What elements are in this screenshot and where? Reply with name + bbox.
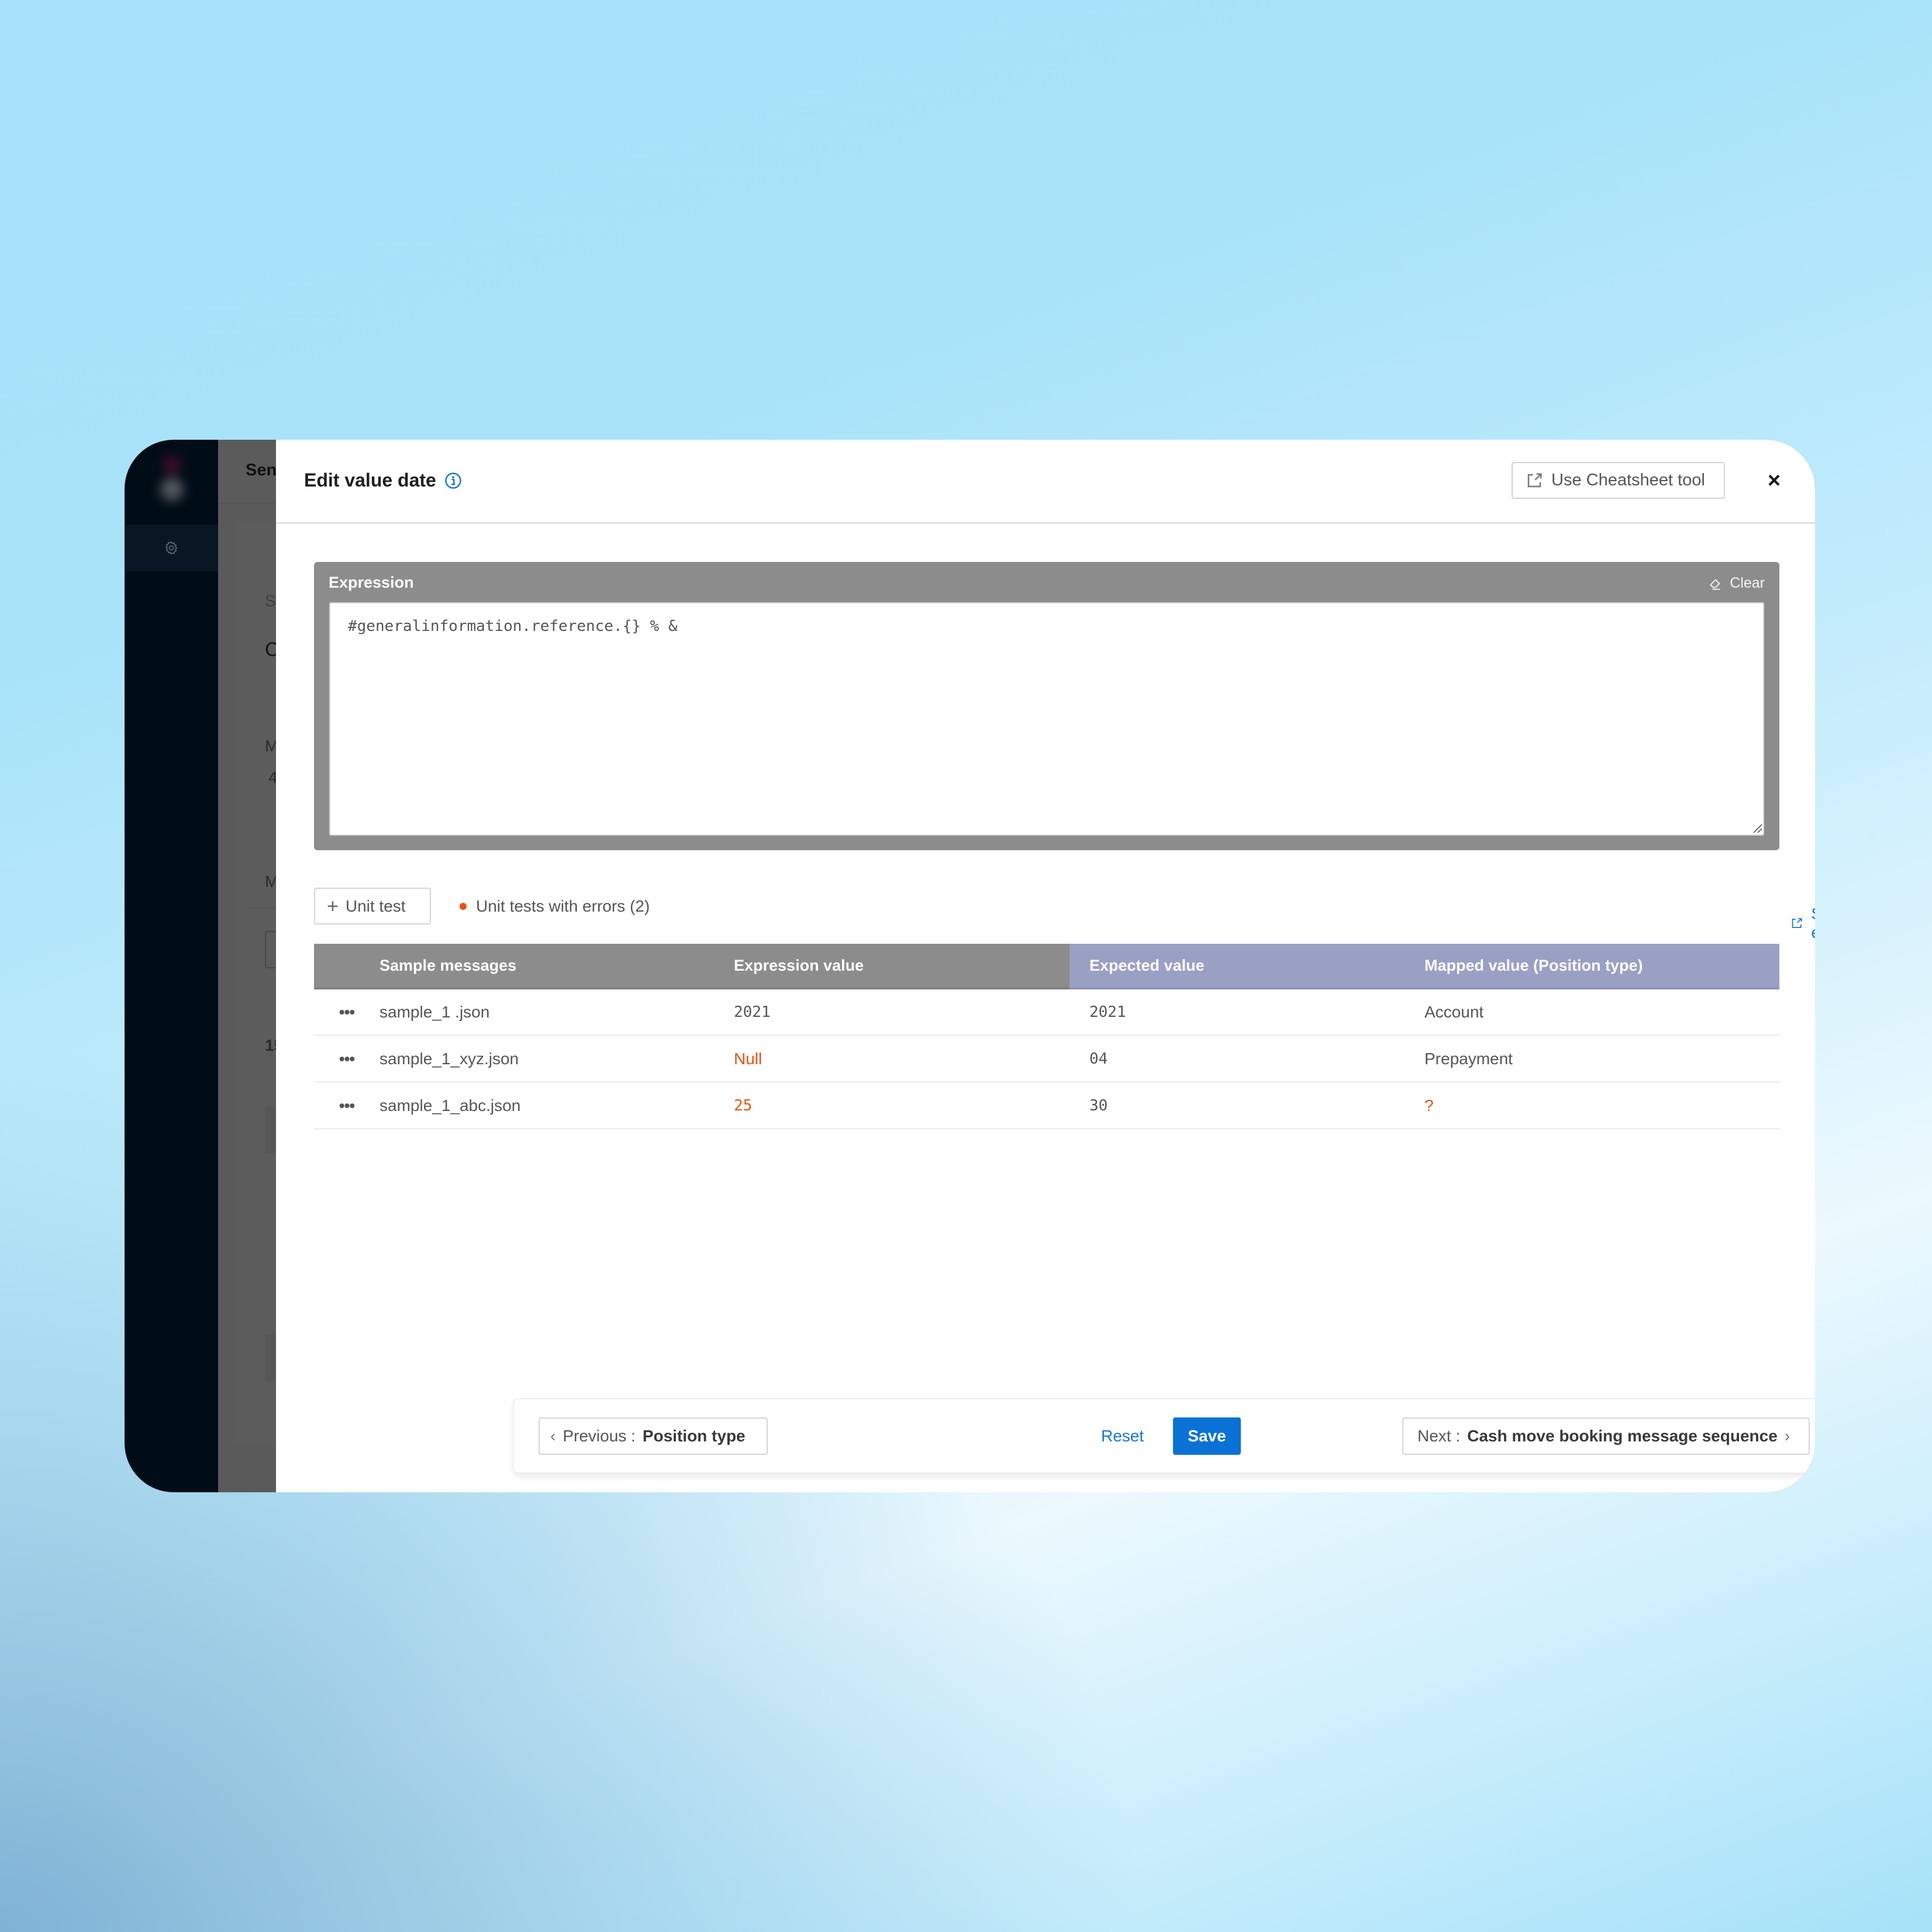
- info-icon[interactable]: [444, 472, 462, 489]
- row-menu-icon[interactable]: •••: [314, 1036, 380, 1081]
- modal-title: Edit value date: [304, 470, 462, 491]
- next-prefix: Next :: [1417, 1427, 1461, 1445]
- errors-status-label: Unit tests with errors (2): [476, 897, 650, 915]
- background-page-title: Sen: [246, 461, 277, 479]
- see-enums-link[interactable]: See enums: [1790, 905, 1815, 942]
- gear-icon: [165, 541, 178, 555]
- app-logo: [155, 451, 188, 516]
- app-sidebar: [125, 440, 218, 1492]
- external-link-icon: [1527, 473, 1542, 487]
- table-row: ••• sample_1_xyz.json Null 04 Prepayment: [314, 1036, 1779, 1083]
- next-target: Cash move booking message sequence: [1467, 1427, 1778, 1445]
- ghost-text: S: [265, 592, 276, 610]
- eraser-icon: [1710, 578, 1721, 590]
- sample-message-cell: sample_1_xyz.json: [380, 1049, 519, 1068]
- expression-value-cell: 2021: [734, 1003, 771, 1021]
- previous-target: Position type: [642, 1427, 746, 1445]
- table-row: ••• sample_1 .json 2021 2021 Account: [314, 989, 1779, 1036]
- expression-label: Expression: [329, 574, 414, 591]
- clear-button[interactable]: Clear: [1709, 575, 1765, 592]
- expression-value-cell: Null: [734, 1049, 763, 1068]
- row-menu-icon[interactable]: •••: [314, 989, 380, 1034]
- next-button[interactable]: Next : Cash move booking message sequenc…: [1402, 1417, 1810, 1455]
- chevron-left-icon: ‹: [550, 1427, 556, 1445]
- see-enums-label: See enums: [1811, 905, 1815, 942]
- cheatsheet-label: Use Cheatsheet tool: [1551, 471, 1705, 489]
- row-menu-icon[interactable]: •••: [314, 1083, 380, 1128]
- previous-prefix: Previous :: [563, 1427, 636, 1445]
- previous-button[interactable]: ‹ Previous : Position type: [539, 1417, 768, 1455]
- mapped-value-cell: Account: [1424, 1002, 1484, 1021]
- plus-icon: +: [327, 895, 339, 917]
- table-row: ••• sample_1_abc.json 25 30?: [314, 1083, 1779, 1130]
- use-cheatsheet-tool-button[interactable]: Use Cheatsheet tool: [1512, 462, 1725, 499]
- sidebar-item-settings[interactable]: [125, 525, 218, 571]
- app-window: Sen S C M 4 M 15 Edit value date Use Che…: [125, 440, 1815, 1492]
- reset-button[interactable]: Reset: [1101, 1417, 1144, 1455]
- column-header-expression-value: Expression value: [734, 957, 864, 974]
- modal-header: Edit value date Use Cheatsheet tool ×: [276, 440, 1815, 524]
- column-header-mapped-value: Mapped value (Position type): [1424, 957, 1643, 974]
- table-body: ••• sample_1 .json 2021 2021 Account ••• sampl…: [314, 989, 1779, 1130]
- close-icon: ×: [1767, 468, 1781, 493]
- unit-tests-error-status: Unit tests with errors (2): [460, 897, 650, 916]
- clear-label: Clear: [1730, 575, 1765, 591]
- save-button[interactable]: Save: [1173, 1417, 1241, 1455]
- table-header: Sample messages Expression value Expecte…: [314, 944, 1779, 989]
- expected-value-cell[interactable]: 04: [1070, 1036, 1424, 1081]
- error-dot-icon: [460, 903, 467, 910]
- expression-input[interactable]: [329, 602, 1764, 836]
- mapped-value-cell: ?: [1424, 1096, 1434, 1115]
- chevron-right-icon: ›: [1784, 1427, 1790, 1445]
- expected-value-cell[interactable]: 2021: [1070, 989, 1424, 1034]
- mapped-value-cell: Prepayment: [1424, 1049, 1513, 1068]
- external-link-icon: [1792, 918, 1802, 929]
- expected-value-cell[interactable]: 30: [1070, 1083, 1424, 1128]
- close-button[interactable]: ×: [1765, 468, 1783, 493]
- column-header-sample-messages: Sample messages: [380, 957, 517, 974]
- unit-tests-table: Sample messages Expression value Expecte…: [314, 944, 1779, 1130]
- expression-value-cell: 25: [734, 1096, 753, 1115]
- resize-handle-icon[interactable]: [1751, 822, 1763, 834]
- add-unit-test-button[interactable]: + Unit test: [314, 888, 431, 924]
- expression-panel: Expression Clear: [314, 562, 1779, 850]
- footer-navigation-bar: ‹ Previous : Position type Reset Save Ne…: [513, 1398, 1815, 1474]
- column-header-expected-value: Expected value: [1089, 957, 1205, 974]
- edit-value-date-modal: Edit value date Use Cheatsheet tool × Ex…: [276, 440, 1815, 1492]
- add-unit-test-label: Unit test: [345, 896, 406, 915]
- modal-title-text: Edit value date: [304, 470, 436, 491]
- sample-message-cell: sample_1 .json: [380, 1002, 490, 1021]
- sample-message-cell: sample_1_abc.json: [380, 1096, 521, 1115]
